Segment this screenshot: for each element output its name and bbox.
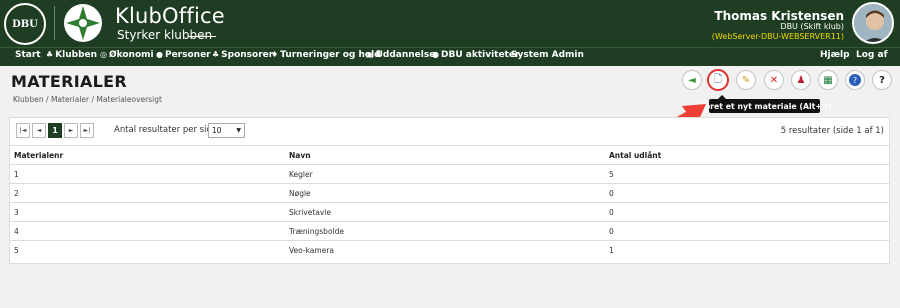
result-count: 5 resultater (side 1 af 1) [780,126,884,136]
nav-label: Start [15,50,41,60]
nav-start[interactable]: Start [15,50,41,60]
page-title: MATERIALER [11,72,128,91]
cell-navn: Nøgle [285,183,605,203]
edit-button[interactable]: ✎ [736,70,756,90]
help-button[interactable]: ? [872,70,892,90]
kluboffice-logo-icon[interactable] [63,3,103,43]
nav-logout[interactable]: Log af [856,50,887,60]
nav-label: Uddannelse [375,50,436,60]
avatar-photo-icon [854,4,892,42]
help-icon: ? [879,74,885,86]
back-button[interactable]: ◄ [682,70,702,90]
per-page-label: Antal resultater per side [114,125,218,135]
nav-uddannelse[interactable]: ▣ Uddannelse [366,50,435,60]
user-icon: ♟ [796,74,806,86]
trophy-icon: ♦ [271,50,279,59]
new-material-tooltip: Opret et nyt materiale (Alt+n) [698,95,831,113]
current-page-button[interactable]: 1 [48,123,62,138]
breadcrumb: Klubben / Materialer / Materialeoversigt [13,95,162,104]
ball-icon: ● [432,50,439,59]
user-name: Thomas Kristensen [714,9,844,23]
cell-antal-udlant: 0 [605,183,889,203]
info-button[interactable]: ? [845,70,865,90]
header-divider [54,6,55,40]
cell-navn: Veo-kamera [285,240,605,260]
club-icon: ♣ [46,50,54,59]
last-page-button[interactable]: ►| [80,123,94,138]
nav-label: Klubben [55,50,98,60]
nav-sponsorer[interactable]: ♣ Sponsorer [212,50,273,60]
column-header-navn[interactable]: Navn [285,145,605,165]
cell-materialenr: 4 [10,221,285,241]
brand-title: KlubOffice [115,4,225,28]
nav-dbu-aktiviteter[interactable]: ● DBU aktiviteter [432,50,519,60]
person-icon: ● [156,50,163,59]
table-header-row: Materialenr Navn Antal udlånt [10,145,889,165]
brand-subtitle: Styrker klubben [117,28,213,42]
sponsor-icon: ♣ [212,50,220,59]
materials-panel: |◄ ◄ 1 ► ►| Antal resultater per side 10… [9,117,890,264]
column-header-antal-udlant[interactable]: Antal udlånt [605,145,889,165]
next-page-button[interactable]: ► [64,123,78,138]
cell-materialenr: 1 [10,164,285,184]
first-page-button[interactable]: |◄ [16,123,30,138]
brand-underline [188,36,216,37]
nav-label: DBU aktiviteter [440,50,520,60]
excel-export-button[interactable]: ▦ [818,70,838,90]
prev-page-button[interactable]: ◄ [32,123,46,138]
cell-navn: Træningsbolde [285,221,605,241]
nav-system-admin[interactable]: System Admin [511,50,584,60]
user-club-link[interactable]: DBU (Skift klub) [780,22,844,31]
pagination: |◄ ◄ 1 ► ►| [16,123,96,138]
materials-table: Materialenr Navn Antal udlånt 1 Kegler 5… [10,145,889,260]
cell-antal-udlant: 0 [605,202,889,222]
chevron-down-icon: ▼ [236,127,241,134]
avatar[interactable] [852,2,894,44]
per-page-value: 10 [212,126,222,135]
info-icon: ? [849,74,861,86]
delete-button[interactable]: ✕ [764,70,784,90]
back-arrow-icon: ◄ [688,74,696,86]
user-server: (WebServer-DBU-WEBSERVER11) [711,32,844,41]
cell-antal-udlant: 5 [605,164,889,184]
education-icon: ▣ [366,50,374,59]
cell-navn: Skrivetavle [285,202,605,222]
cell-materialenr: 3 [10,202,285,222]
economy-icon: ◎ [100,50,107,59]
table-row[interactable]: 1 Kegler 5 [10,164,889,184]
cell-materialenr: 2 [10,183,285,203]
top-header: DBU KlubOffice Styrker klubben Thomas Kr… [0,0,900,47]
new-document-icon: 🗋 [713,73,723,85]
nav-label: Sponsorer [221,50,274,60]
cell-antal-udlant: 1 [605,240,889,260]
table-row[interactable]: 5 Veo-kamera 1 [10,240,889,260]
table-row[interactable]: 3 Skrivetavle 0 [10,202,889,222]
user-button[interactable]: ♟ [791,70,811,90]
nav-help[interactable]: Hjælp [820,50,850,60]
table-row[interactable]: 4 Træningsbolde 0 [10,221,889,241]
column-header-materialenr[interactable]: Materialenr [10,145,285,165]
cell-navn: Kegler [285,164,605,184]
new-material-button[interactable]: 🗋 [707,69,729,91]
dbu-logo[interactable]: DBU [4,3,46,45]
nav-turneringer[interactable]: ♦ Turneringer og hold [271,50,381,60]
edit-icon: ✎ [741,74,751,86]
table-row[interactable]: 2 Nøgle 0 [10,183,889,203]
per-page-select[interactable]: 10 ▼ [208,123,245,138]
nav-okonomi[interactable]: ◎ Økonomi [100,50,154,60]
delete-icon: ✕ [769,74,779,86]
nav-klubben[interactable]: ♣ Klubben [46,50,97,60]
nav-label: Økonomi [108,50,154,60]
nav-label: Personer [164,50,211,60]
dbu-logo-text: DBU [12,18,38,30]
main-nav: Start ♣ Klubben ◎ Økonomi ● Personer ♣ Spons… [0,47,900,66]
cell-antal-udlant: 0 [605,221,889,241]
cell-materialenr: 5 [10,240,285,260]
nav-personer[interactable]: ● Personer [156,50,211,60]
nav-label: System Admin [511,50,584,60]
excel-icon: ▦ [823,74,833,86]
